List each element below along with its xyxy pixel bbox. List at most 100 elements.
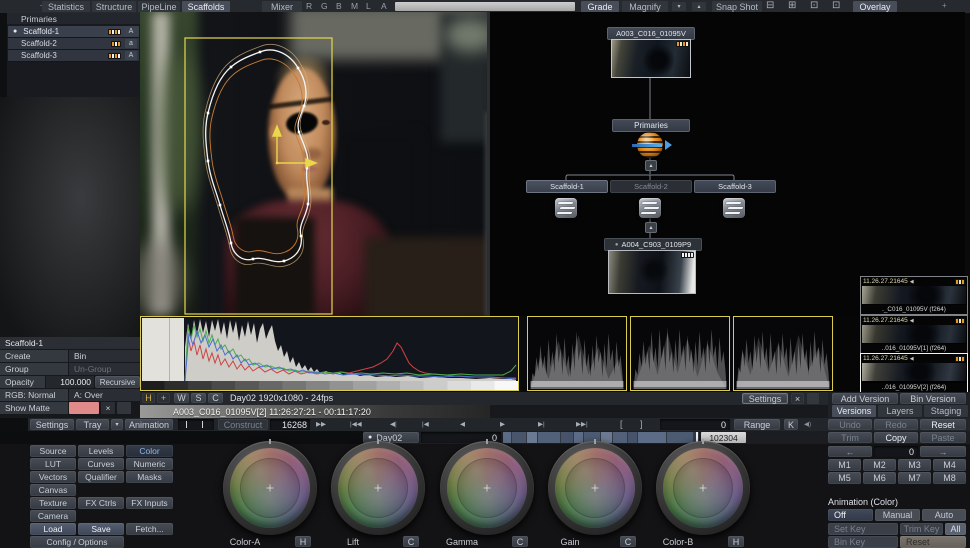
- bin-key-button[interactable]: Bin Key: [828, 536, 898, 548]
- anim-mode-manual-button[interactable]: Manual: [875, 509, 920, 521]
- anim-mode-off-button[interactable]: Off: [828, 509, 873, 521]
- gamma-key-button[interactable]: C: [512, 536, 528, 547]
- paste-button[interactable]: Paste: [920, 432, 966, 443]
- channel-g-button[interactable]: G: [321, 1, 328, 11]
- tool-fxctrls-button[interactable]: FX Ctrls: [78, 497, 124, 509]
- wheel-ball[interactable]: [338, 448, 418, 528]
- anim-reset-button[interactable]: Reset: [900, 536, 966, 548]
- all-button[interactable]: All: [945, 523, 966, 535]
- animation-button[interactable]: Animation: [125, 419, 173, 430]
- tab-scaffolds[interactable]: Scaffolds: [182, 1, 230, 12]
- tool-curves-button[interactable]: Curves: [78, 458, 124, 470]
- scaffold-row-1[interactable]: ● Scaffold-1 A: [8, 26, 139, 38]
- top-slider[interactable]: [395, 2, 575, 11]
- wheel-ball[interactable]: [663, 448, 743, 528]
- memory-m5-button[interactable]: M5: [828, 472, 861, 484]
- range-button[interactable]: Range: [734, 419, 780, 430]
- viewer[interactable]: [140, 12, 490, 316]
- channel-r-button[interactable]: R: [306, 1, 312, 11]
- tool-canvas-button[interactable]: Canvas: [30, 484, 76, 496]
- trim-button[interactable]: Trim: [828, 432, 872, 443]
- reset-button[interactable]: Reset: [920, 419, 966, 430]
- step-up-button[interactable]: ▴: [692, 2, 706, 11]
- version-thumb-3[interactable]: 11.26.27.21645◀ ..016_01095V[2] (f264): [860, 353, 968, 393]
- scaffold-panel-header[interactable]: Primaries: [7, 13, 140, 24]
- mixer-button[interactable]: Mixer: [262, 1, 302, 12]
- auto-key-button[interactable]: A: [125, 27, 137, 36]
- scaffold-1-node-icon[interactable]: [555, 198, 577, 218]
- scope-extra-button[interactable]: [807, 393, 819, 404]
- tool-source-button[interactable]: Source: [30, 445, 76, 457]
- scope-close-button[interactable]: ×: [791, 393, 804, 404]
- scaffold-row-2[interactable]: Scaffold-2 a: [8, 38, 139, 50]
- node-connector-button[interactable]: ▴: [645, 222, 657, 233]
- tool-save-button[interactable]: Save: [78, 523, 124, 535]
- waveform-panel-2[interactable]: [630, 316, 730, 391]
- fit-view-icon[interactable]: ⊡: [810, 0, 818, 11]
- gain-key-button[interactable]: C: [620, 536, 636, 547]
- grade-button[interactable]: Grade: [581, 1, 619, 12]
- config-options-button[interactable]: Config / Options: [30, 536, 124, 548]
- nudge-right-button[interactable]: →: [920, 446, 966, 457]
- gamma-wheel[interactable]: [440, 441, 534, 535]
- trim-key-button[interactable]: Trim Key: [900, 523, 943, 535]
- waveform-panel-1[interactable]: [527, 316, 627, 391]
- tab-staging[interactable]: Staging: [924, 405, 968, 417]
- scaffold-3-node-icon[interactable]: [723, 198, 745, 218]
- snapshot-button[interactable]: Snap Shot: [712, 1, 762, 12]
- memory-m3-button[interactable]: M3: [898, 459, 931, 471]
- overlay-button[interactable]: Overlay: [853, 1, 897, 12]
- lift-wheel[interactable]: [331, 441, 425, 535]
- zoom-in-icon[interactable]: ⊞: [788, 0, 796, 11]
- add-view-button[interactable]: +: [157, 393, 170, 403]
- tray-dropdown-icon[interactable]: ▾: [111, 419, 123, 430]
- loop-in-icon[interactable]: [: [620, 419, 623, 429]
- loop-out-icon[interactable]: ]: [640, 419, 643, 429]
- opacity-label[interactable]: Opacity: [0, 376, 45, 388]
- scopes-toggle-button[interactable]: S: [191, 393, 206, 403]
- step-back-icon[interactable]: ◀|: [390, 420, 397, 428]
- construct-button[interactable]: Construct: [218, 419, 268, 430]
- matte-extra-button[interactable]: [117, 402, 131, 414]
- current-frame-field[interactable]: 16268: [270, 419, 310, 430]
- prev-frame-icon[interactable]: |◀: [422, 420, 429, 428]
- tab-versions[interactable]: Versions: [832, 405, 876, 417]
- audio-mute-icon[interactable]: ◀): [804, 420, 811, 428]
- fullscreen-icon[interactable]: ⊡: [832, 0, 840, 11]
- auto-key-button[interactable]: a: [125, 39, 137, 48]
- wheel-ball[interactable]: [230, 448, 310, 528]
- tool-fetch-button[interactable]: Fetch...: [126, 523, 173, 535]
- primaries-sphere-icon[interactable]: [637, 132, 663, 158]
- scaffold-3-node-label[interactable]: Scaffold-3: [694, 180, 776, 193]
- tab-structure[interactable]: Structure: [92, 1, 136, 12]
- jump-start-icon[interactable]: |◀◀: [350, 420, 362, 428]
- dest-clip-thumbnail[interactable]: [608, 250, 696, 294]
- group-label[interactable]: Group: [0, 363, 68, 375]
- scaffold-row-3[interactable]: Scaffold-3 A: [8, 50, 139, 62]
- curves-toggle-button[interactable]: C: [208, 393, 223, 403]
- memory-m1-button[interactable]: M1: [828, 459, 861, 471]
- wheel-ball[interactable]: [555, 448, 635, 528]
- wheel-ball[interactable]: [447, 448, 527, 528]
- tool-camera-button[interactable]: Camera: [30, 510, 76, 522]
- rgb-blend-mode[interactable]: RGB: Normal: [0, 389, 68, 401]
- step-down-button[interactable]: ▾: [672, 2, 686, 11]
- settings-button[interactable]: Settings: [30, 419, 74, 430]
- fast-forward-icon[interactable]: ▶▶: [316, 420, 326, 428]
- create-label[interactable]: Create: [0, 350, 68, 362]
- tool-texture-button[interactable]: Texture: [30, 497, 76, 509]
- tool-masks-button[interactable]: Masks: [126, 471, 173, 483]
- matte-color-swatch[interactable]: [69, 402, 99, 414]
- gain-wheel[interactable]: [548, 441, 642, 535]
- waveform-panel-3[interactable]: [733, 316, 833, 391]
- source-clip-thumbnail[interactable]: [611, 39, 691, 78]
- scaffold-1-node-label[interactable]: Scaffold-1: [526, 180, 608, 193]
- channel-a-button[interactable]: A: [381, 1, 387, 11]
- memory-m8-button[interactable]: M8: [933, 472, 966, 484]
- node-connector-button[interactable]: ▴: [645, 160, 657, 171]
- channel-m-button[interactable]: M: [351, 1, 358, 11]
- tool-qualifier-button[interactable]: Qualifier: [78, 471, 124, 483]
- channel-l-button[interactable]: L: [366, 1, 371, 11]
- jump-end-icon[interactable]: ▶▶|: [576, 420, 588, 428]
- key-button[interactable]: K: [784, 419, 798, 430]
